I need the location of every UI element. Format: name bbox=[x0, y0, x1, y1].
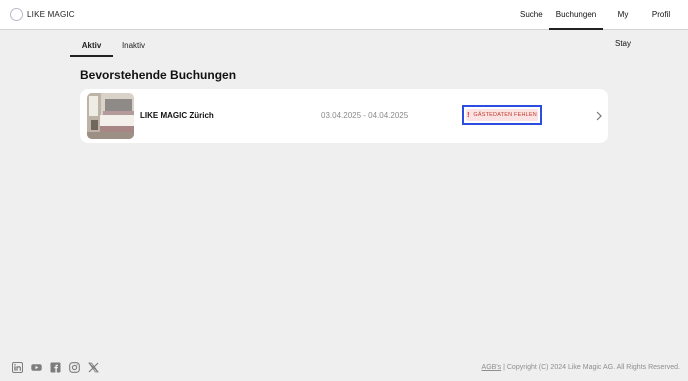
warning-badge: ! GÄSTEDATEN FEHLEN bbox=[466, 109, 538, 121]
nav-item-buchungen[interactable]: Buchungen bbox=[549, 0, 603, 30]
brand-logo[interactable]: LIKE MAGIC bbox=[10, 8, 75, 21]
booking-dates: 03.04.2025 - 04.04.2025 bbox=[321, 111, 409, 120]
logo-circle-icon bbox=[10, 8, 23, 21]
tab-aktiv[interactable]: Aktiv bbox=[70, 38, 113, 57]
facebook-icon[interactable] bbox=[50, 362, 61, 373]
booking-card[interactable]: LIKE MAGIC Zürich 03.04.2025 - 04.04.202… bbox=[80, 89, 608, 143]
page-title: Bevorstehende Buchungen bbox=[80, 68, 237, 82]
nav-item-profil[interactable]: Profil bbox=[650, 0, 672, 30]
nav-item-my-stay[interactable]: My Stay bbox=[609, 0, 637, 48]
social-links bbox=[12, 362, 107, 373]
top-header: LIKE MAGIC Suche Buchungen My Stay Profi… bbox=[0, 0, 688, 48]
tab-inaktiv[interactable]: Inaktiv bbox=[117, 38, 150, 57]
youtube-icon[interactable] bbox=[31, 362, 42, 373]
hotel-room-image bbox=[87, 93, 134, 139]
footer-copyright: AGB's | Copyright (C) 2024 Like Magic AG… bbox=[482, 364, 680, 371]
chevron-right-icon[interactable] bbox=[595, 110, 603, 122]
instagram-icon[interactable] bbox=[69, 362, 80, 373]
hotel-name: LIKE MAGIC Zürich bbox=[140, 111, 214, 120]
agb-link[interactable]: AGB's bbox=[482, 364, 502, 371]
warning-label: GÄSTEDATEN FEHLEN bbox=[473, 112, 537, 118]
missing-guest-data-badge[interactable]: ! GÄSTEDATEN FEHLEN bbox=[462, 105, 542, 125]
brand-name: LIKE MAGIC bbox=[27, 10, 75, 19]
nav-item-suche[interactable]: Suche bbox=[520, 0, 543, 30]
copyright-text: | Copyright (C) 2024 Like Magic AG. All … bbox=[501, 364, 680, 371]
linkedin-icon[interactable] bbox=[12, 362, 23, 373]
x-icon[interactable] bbox=[88, 362, 99, 373]
exclamation-icon: ! bbox=[467, 111, 470, 119]
